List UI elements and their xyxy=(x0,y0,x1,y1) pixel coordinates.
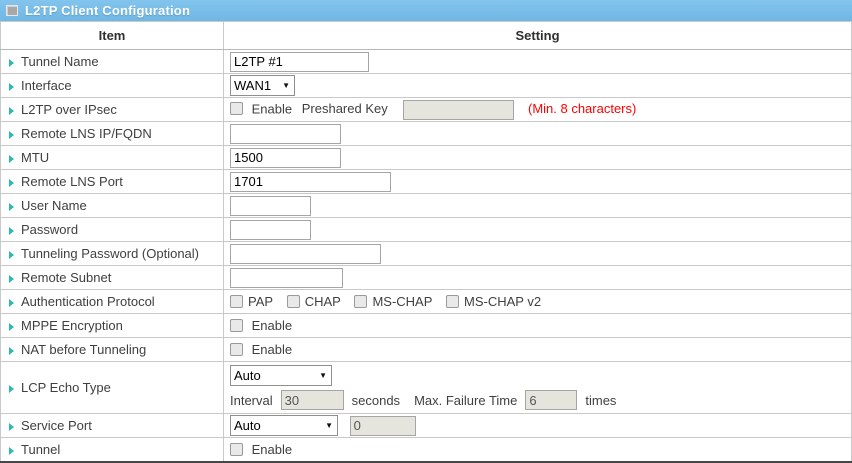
interval-input[interactable] xyxy=(281,390,344,410)
mppe-enable-label: Enable xyxy=(252,318,292,333)
row-label: Tunnel xyxy=(21,442,60,457)
interval-unit-label: seconds xyxy=(352,393,400,408)
table-row-password: Password xyxy=(1,218,852,242)
row-label: Password xyxy=(21,222,78,237)
row-label: MPPE Encryption xyxy=(21,318,123,333)
ipsec-enable-checkbox[interactable] xyxy=(230,102,243,115)
table-row-nat-before-tunneling: NAT before Tunneling Enable xyxy=(1,338,852,362)
row-bullet-icon xyxy=(9,179,14,187)
lcp-echo-select-wrapper: Auto ▼ xyxy=(230,365,332,386)
table-row-remote-subnet: Remote Subnet xyxy=(1,266,852,290)
auth-pap-label: PAP xyxy=(248,294,273,309)
table-row-remote-lns-ip: Remote LNS IP/FQDN xyxy=(1,122,852,146)
mppe-enable-checkbox[interactable] xyxy=(230,319,243,332)
row-bullet-icon xyxy=(9,347,14,355)
config-table: Item Setting Tunnel Name Interface WAN1 … xyxy=(0,21,852,463)
row-label: LCP Echo Type xyxy=(21,380,111,395)
row-bullet-icon xyxy=(9,251,14,259)
auth-mschapv2-label: MS-CHAP v2 xyxy=(464,294,541,309)
table-row-mtu: MTU xyxy=(1,146,852,170)
row-bullet-icon xyxy=(9,385,14,393)
table-row-mppe-encryption: MPPE Encryption Enable xyxy=(1,314,852,338)
table-row-remote-lns-port: Remote LNS Port xyxy=(1,170,852,194)
column-header-setting: Setting xyxy=(224,22,852,50)
row-label: User Name xyxy=(21,198,87,213)
service-port-select-wrapper: Auto ▼ xyxy=(230,415,338,436)
collapse-box-icon[interactable] xyxy=(6,5,18,16)
page-title: L2TP Client Configuration xyxy=(25,3,190,18)
max-failure-label: Max. Failure Time xyxy=(414,393,517,408)
row-bullet-icon xyxy=(9,299,14,307)
row-bullet-icon xyxy=(9,203,14,211)
row-label: L2TP over IPsec xyxy=(21,102,117,117)
table-row-authentication-protocol: Authentication Protocol PAP CHAP MS-CHAP… xyxy=(1,290,852,314)
row-label: Remote LNS IP/FQDN xyxy=(21,126,152,141)
service-port-select[interactable]: Auto xyxy=(231,416,337,435)
table-header-row: Item Setting xyxy=(1,22,852,50)
ipsec-enable-label: Enable xyxy=(252,101,292,116)
service-port-number-input[interactable] xyxy=(350,416,416,436)
table-row-tunnel-name: Tunnel Name xyxy=(1,50,852,74)
remote-subnet-input[interactable] xyxy=(230,268,343,288)
table-row-interface: Interface WAN1 ▼ xyxy=(1,74,852,98)
auth-mschap-label: MS-CHAP xyxy=(372,294,432,309)
failure-unit-label: times xyxy=(585,393,616,408)
user-name-input[interactable] xyxy=(230,196,311,216)
row-bullet-icon xyxy=(9,423,14,431)
row-bullet-icon xyxy=(9,447,14,455)
nat-enable-checkbox[interactable] xyxy=(230,343,243,356)
mtu-input[interactable] xyxy=(230,148,341,168)
row-label: Service Port xyxy=(21,418,92,433)
auth-mschap-checkbox[interactable] xyxy=(354,295,367,308)
table-row-user-name: User Name xyxy=(1,194,852,218)
row-bullet-icon xyxy=(9,227,14,235)
table-row-tunneling-password: Tunneling Password (Optional) xyxy=(1,242,852,266)
tunnel-enable-label: Enable xyxy=(252,442,292,457)
row-bullet-icon xyxy=(9,155,14,163)
auth-mschapv2-checkbox[interactable] xyxy=(446,295,459,308)
auth-chap-label: CHAP xyxy=(305,294,341,309)
row-bullet-icon xyxy=(9,323,14,331)
interval-label: Interval xyxy=(230,393,273,408)
tunneling-password-input[interactable] xyxy=(230,244,381,264)
remote-lns-ip-input[interactable] xyxy=(230,124,341,144)
auth-pap-checkbox[interactable] xyxy=(230,295,243,308)
remote-lns-port-input[interactable] xyxy=(230,172,391,192)
row-label: Remote Subnet xyxy=(21,270,111,285)
table-row-service-port: Service Port Auto ▼ xyxy=(1,414,852,438)
row-label: MTU xyxy=(21,150,49,165)
preshared-key-hint: (Min. 8 characters) xyxy=(528,101,636,116)
preshared-key-label: Preshared Key xyxy=(302,101,388,116)
section-titlebar: L2TP Client Configuration xyxy=(0,0,852,21)
lcp-echo-select[interactable]: Auto xyxy=(231,366,331,385)
password-input[interactable] xyxy=(230,220,311,240)
auth-chap-checkbox[interactable] xyxy=(287,295,300,308)
row-bullet-icon xyxy=(9,275,14,283)
row-label: Tunneling Password (Optional) xyxy=(21,246,199,261)
row-label: Authentication Protocol xyxy=(21,294,155,309)
interface-select[interactable]: WAN1 xyxy=(231,76,294,95)
table-row-lcp-echo-type: LCP Echo Type Auto ▼ Interval seconds Ma… xyxy=(1,362,852,414)
tunnel-enable-checkbox[interactable] xyxy=(230,443,243,456)
row-label: Interface xyxy=(21,78,72,93)
row-bullet-icon xyxy=(9,83,14,91)
table-row-tunnel: Tunnel Enable xyxy=(1,438,852,463)
row-bullet-icon xyxy=(9,131,14,139)
row-label: NAT before Tunneling xyxy=(21,342,146,357)
interface-select-wrapper: WAN1 ▼ xyxy=(230,75,295,96)
tunnel-name-input[interactable] xyxy=(230,52,369,72)
table-row-l2tp-over-ipsec: L2TP over IPsec Enable Preshared Key (Mi… xyxy=(1,98,852,122)
row-bullet-icon xyxy=(9,107,14,115)
nat-enable-label: Enable xyxy=(252,342,292,357)
column-header-item: Item xyxy=(1,22,224,50)
row-label: Remote LNS Port xyxy=(21,174,123,189)
preshared-key-input[interactable] xyxy=(403,100,514,120)
max-failure-input[interactable] xyxy=(525,390,577,410)
row-bullet-icon xyxy=(9,59,14,67)
row-label: Tunnel Name xyxy=(21,54,99,69)
